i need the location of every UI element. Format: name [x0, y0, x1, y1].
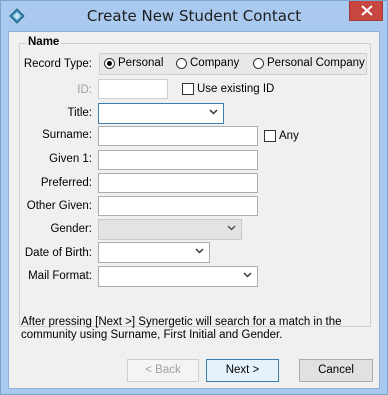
surname-input[interactable] [98, 126, 258, 146]
dob-label: Date of Birth: [24, 247, 92, 259]
dob-picker[interactable] [98, 242, 210, 263]
chevron-down-icon [195, 248, 204, 254]
radio-label: Personal [118, 57, 164, 69]
preferred-label: Preferred: [40, 177, 92, 189]
radio-company[interactable]: Company [176, 57, 239, 69]
title-bar[interactable]: Create New Student Contact [1, 1, 387, 31]
mail-format-label: Mail Format: [28, 270, 92, 282]
name-groupbox: Name Record Type: Personal Company Perso… [19, 36, 371, 327]
radio-circle [104, 57, 115, 69]
groupbox-title: Name [26, 36, 62, 48]
radio-personal-company[interactable]: Personal Company [253, 57, 365, 69]
id-field[interactable] [98, 79, 168, 99]
chevron-down-icon [243, 272, 252, 278]
record-type-radio-group: Personal Company Personal Company [99, 53, 367, 75]
cancel-button[interactable]: Cancel [299, 359, 373, 382]
any-checkbox[interactable]: Any [264, 130, 299, 142]
radio-circle [176, 57, 187, 69]
mail-format-dropdown[interactable] [98, 266, 258, 287]
title-label: Title: [67, 107, 93, 119]
other-given-label: Other Given: [26, 200, 92, 212]
use-existing-id-checkbox[interactable]: Use existing ID [182, 83, 274, 95]
given1-label: Given 1: [49, 153, 92, 165]
preferred-input[interactable] [98, 173, 258, 193]
checkbox-box [264, 130, 276, 142]
record-type-label: Record Type: [23, 58, 92, 70]
gender-dropdown[interactable] [98, 219, 242, 240]
title-dropdown[interactable] [98, 103, 224, 124]
radio-circle [253, 57, 264, 69]
gender-label: Gender: [50, 223, 92, 235]
checkbox-label: Any [279, 130, 299, 142]
radio-label: Personal Company [267, 57, 365, 69]
info-text: After pressing [Next >] Synergetic will … [21, 316, 342, 341]
window-title: Create New Student Contact [86, 7, 302, 25]
checkbox-box [182, 83, 194, 95]
given1-input[interactable] [98, 150, 258, 170]
close-icon [361, 5, 373, 16]
checkbox-label: Use existing ID [197, 83, 275, 95]
dialog-window: Create New Student Contact Name Record T… [0, 0, 388, 395]
chevron-down-icon [227, 225, 236, 231]
radio-label: Company [190, 57, 240, 69]
surname-label: Surname: [42, 129, 92, 141]
chevron-down-icon [209, 109, 218, 115]
radio-personal[interactable]: Personal [104, 57, 163, 69]
other-given-input[interactable] [98, 196, 258, 216]
dialog-body: Name Record Type: Personal Company Perso… [8, 31, 380, 389]
close-button[interactable] [349, 1, 383, 21]
id-label: ID: [77, 84, 92, 96]
next-button[interactable]: Next > [206, 359, 279, 382]
back-button[interactable]: < Back [127, 359, 199, 382]
